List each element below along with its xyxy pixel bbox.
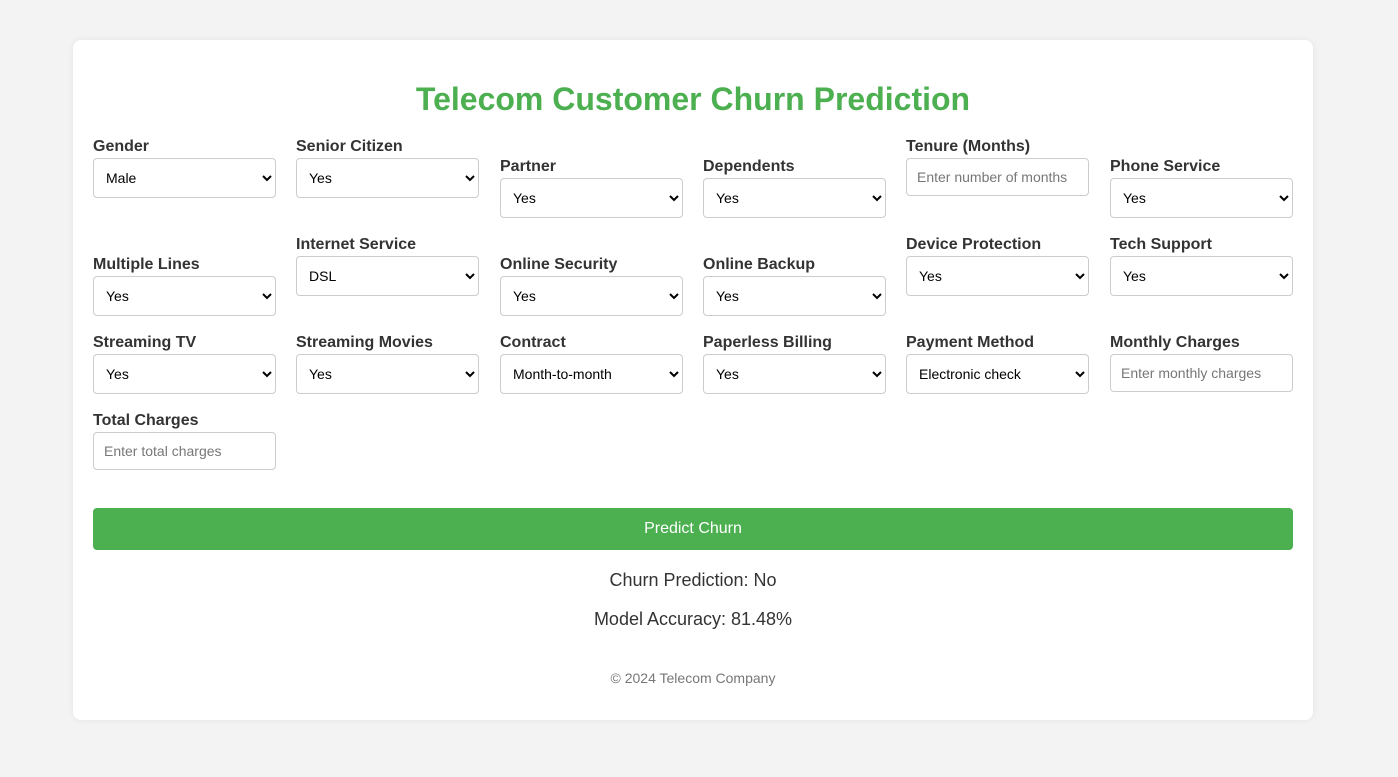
internet-service-field: Internet Service DSL: [296, 235, 479, 296]
online-backup-field: Online Backup Yes: [703, 255, 886, 316]
online-security-field: Online Security Yes: [500, 255, 683, 316]
streaming-tv-label: Streaming TV: [93, 334, 197, 351]
phone-service-label: Phone Service: [1110, 158, 1221, 175]
online-security-label: Online Security: [500, 256, 618, 273]
payment-method-select[interactable]: Electronic check: [906, 354, 1089, 394]
total-charges-input[interactable]: [93, 432, 276, 470]
payment-method-field: Payment Method Electronic check: [906, 333, 1089, 394]
paperless-billing-label: Paperless Billing: [703, 334, 832, 351]
contract-label: Contract: [500, 334, 566, 351]
online-security-select[interactable]: Yes: [500, 276, 683, 316]
paperless-billing-field: Paperless Billing Yes: [703, 333, 886, 394]
partner-select[interactable]: Yes: [500, 178, 683, 218]
tech-support-label: Tech Support: [1110, 236, 1212, 253]
senior-citizen-label: Senior Citizen: [296, 138, 403, 155]
model-accuracy-text: Model Accuracy: 81.48%: [593, 609, 793, 629]
dependents-select[interactable]: Yes: [703, 178, 886, 218]
streaming-tv-field: Streaming TV Yes: [93, 333, 276, 394]
dependents-label: Dependents: [703, 158, 795, 175]
monthly-charges-label: Monthly Charges: [1110, 334, 1240, 351]
partner-label: Partner: [500, 158, 557, 175]
device-protection-label: Device Protection: [906, 236, 1042, 253]
footer-copyright: © 2024 Telecom Company: [610, 670, 776, 686]
tenure-label: Tenure (Months): [906, 138, 1031, 155]
tenure-field: Tenure (Months): [906, 137, 1089, 196]
tech-support-field: Tech Support Yes: [1110, 235, 1293, 296]
dependents-field: Dependents Yes: [703, 157, 886, 218]
senior-citizen-select[interactable]: Yes: [296, 158, 479, 198]
gender-label: Gender: [93, 138, 150, 155]
gender-field: Gender Male: [93, 137, 276, 198]
partner-field: Partner Yes: [500, 157, 683, 218]
monthly-charges-field: Monthly Charges: [1110, 333, 1293, 392]
payment-method-label: Payment Method: [906, 334, 1035, 351]
streaming-movies-label: Streaming Movies: [296, 334, 433, 351]
tech-support-select[interactable]: Yes: [1110, 256, 1293, 296]
gender-select[interactable]: Male: [93, 158, 276, 198]
device-protection-select[interactable]: Yes: [906, 256, 1089, 296]
device-protection-field: Device Protection Yes: [906, 235, 1089, 296]
multiple-lines-select[interactable]: Yes: [93, 276, 276, 316]
multiple-lines-field: Multiple Lines Yes: [93, 255, 276, 316]
contract-select[interactable]: Month-to-month: [500, 354, 683, 394]
phone-service-field: Phone Service Yes: [1110, 157, 1293, 218]
phone-service-select[interactable]: Yes: [1110, 178, 1293, 218]
streaming-tv-select[interactable]: Yes: [93, 354, 276, 394]
streaming-movies-select[interactable]: Yes: [296, 354, 479, 394]
multiple-lines-label: Multiple Lines: [93, 256, 200, 273]
page-title: Telecom Customer Churn Prediction: [415, 81, 971, 117]
paperless-billing-select[interactable]: Yes: [703, 354, 886, 394]
tenure-input[interactable]: [906, 158, 1089, 196]
senior-citizen-field: Senior Citizen Yes: [296, 137, 479, 198]
contract-field: Contract Month-to-month: [500, 333, 683, 394]
monthly-charges-input[interactable]: [1110, 354, 1293, 392]
internet-service-label: Internet Service: [296, 236, 417, 253]
internet-service-select[interactable]: DSL: [296, 256, 479, 296]
churn-prediction-result: Churn Prediction: No: [609, 570, 777, 590]
total-charges-field: Total Charges: [93, 411, 276, 470]
predict-churn-button[interactable]: Predict Churn: [93, 508, 1293, 550]
online-backup-select[interactable]: Yes: [703, 276, 886, 316]
total-charges-label: Total Charges: [93, 412, 199, 429]
online-backup-label: Online Backup: [703, 256, 816, 273]
streaming-movies-field: Streaming Movies Yes: [296, 333, 479, 394]
